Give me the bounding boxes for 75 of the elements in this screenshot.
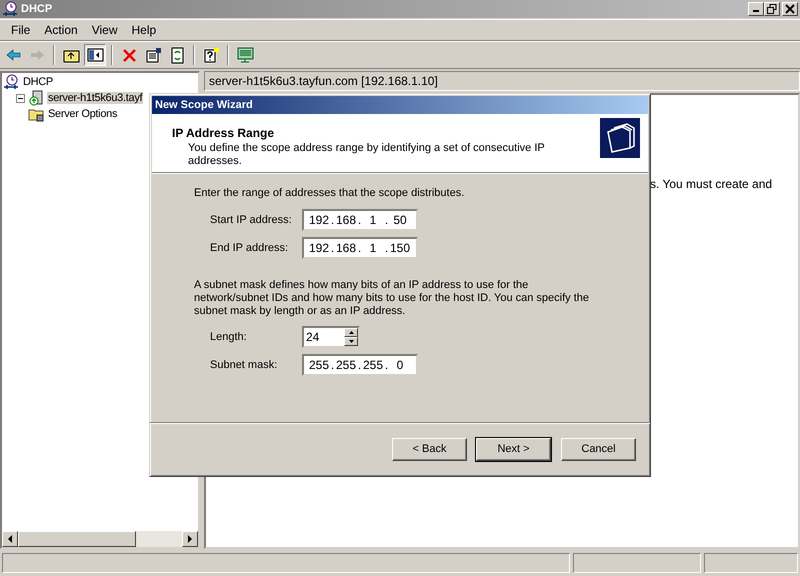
octet-value: 192 — [308, 213, 330, 227]
tree-pane-button[interactable] — [84, 44, 106, 66]
field-label: Length: — [209, 331, 248, 343]
menu-item[interactable]: Action — [37, 22, 85, 38]
close-icon — [785, 4, 795, 14]
dhcp-icon — [2, 1, 18, 17]
dialog-title-bar: New Scope Wizard — [152, 96, 648, 114]
octet-value: 192 — [308, 241, 330, 255]
octet-value: 255 — [335, 358, 357, 372]
scroll-right-icon — [187, 535, 193, 543]
spin-down-button[interactable] — [344, 337, 358, 346]
octet-value: 1 — [368, 213, 378, 227]
pane-header: server-h1t5k6u3.tayfun.com [192.168.1.10] — [204, 71, 800, 91]
octet-dot: . — [330, 241, 335, 255]
field-label: Subnet mask: — [209, 359, 278, 371]
restore-icon — [767, 4, 777, 14]
scroll-left-icon — [7, 535, 13, 543]
up-arrow-icon — [348, 331, 354, 334]
page-heading: IP Address Range — [172, 126, 276, 140]
instruction-text: Enter the range of addresses that the scope distributes. — [194, 187, 466, 199]
menu-item[interactable]: View — [84, 22, 124, 38]
tree-item[interactable]: DHCP — [22, 76, 54, 88]
wizard-button[interactable]: < Back — [392, 438, 467, 460]
window-title: DHCP — [21, 3, 54, 15]
octet-dot: . — [330, 213, 335, 227]
dhcp-icon — [3, 74, 19, 90]
spin-up-button[interactable] — [344, 328, 358, 337]
back-arrow-icon — [4, 46, 22, 64]
octet-value: 50 — [392, 213, 408, 227]
octet-value: 1 — [368, 241, 378, 255]
wizard-button[interactable]: Cancel — [561, 438, 636, 460]
octet-value: 255 — [362, 358, 384, 372]
horizontal-scrollbar[interactable] — [2, 531, 198, 547]
octet-value: 168 — [335, 241, 357, 255]
field-label: Start IP address: — [209, 214, 293, 226]
minimize-icon — [753, 10, 759, 12]
page-description: You define the scope address range by identifying a set of consecutive IP addresses. — [187, 142, 546, 168]
monitor-icon — [236, 46, 254, 64]
tree-item[interactable]: Server Options — [47, 108, 118, 120]
tree-pane-icon — [86, 46, 104, 64]
help-icon — [202, 46, 220, 64]
restore-button[interactable] — [764, 2, 780, 16]
octet-dot: . — [384, 241, 389, 255]
scroll-thumb[interactable] — [18, 531, 136, 547]
folders-icon — [600, 118, 640, 158]
spin-value: 24 — [306, 330, 320, 344]
octet-value: 0 — [396, 358, 404, 372]
octet-dot: . — [357, 241, 362, 255]
ip-address-field[interactable]: 192.168. 1 . 50 — [302, 209, 418, 231]
delete-icon — [120, 46, 138, 64]
octet-value: 255 — [308, 358, 330, 372]
subnet-description: A subnet mask defines how many bits of an IP address to use for the network/subnet IDs and how many bits to use for the host ID. You can specify the subnet mask by length or as an IP address. — [194, 279, 590, 318]
field-label: End IP address: — [209, 242, 290, 254]
subnet-mask-field[interactable]: 255.255.255. 0 — [302, 354, 418, 376]
server-icon — [28, 90, 44, 106]
length-spin-field[interactable]: 24 — [302, 326, 360, 348]
menu-item[interactable]: Help — [124, 22, 164, 38]
properties-icon — [144, 46, 162, 64]
down-arrow-icon — [348, 340, 354, 343]
close-button[interactable] — [782, 2, 798, 16]
octet-dot: . — [357, 213, 362, 227]
tree-item[interactable]: server-h1t5k6u3.tayf — [47, 92, 144, 104]
minimize-button[interactable] — [748, 2, 764, 16]
menu-item[interactable]: File — [4, 22, 38, 38]
octet-value: 168 — [335, 213, 357, 227]
octet-value: 150 — [389, 241, 411, 255]
octet-dot: . — [330, 358, 335, 372]
octet-dot: . — [384, 213, 389, 227]
ip-address-field[interactable]: 192.168. 1 .150 — [302, 237, 418, 259]
expand-toggle[interactable] — [16, 94, 25, 102]
refresh-icon — [168, 46, 186, 64]
wizard-button[interactable]: Next > — [476, 438, 551, 460]
octet-dot: . — [357, 358, 362, 372]
collapse-icon — [16, 94, 25, 102]
octet-dot: . — [384, 358, 389, 372]
